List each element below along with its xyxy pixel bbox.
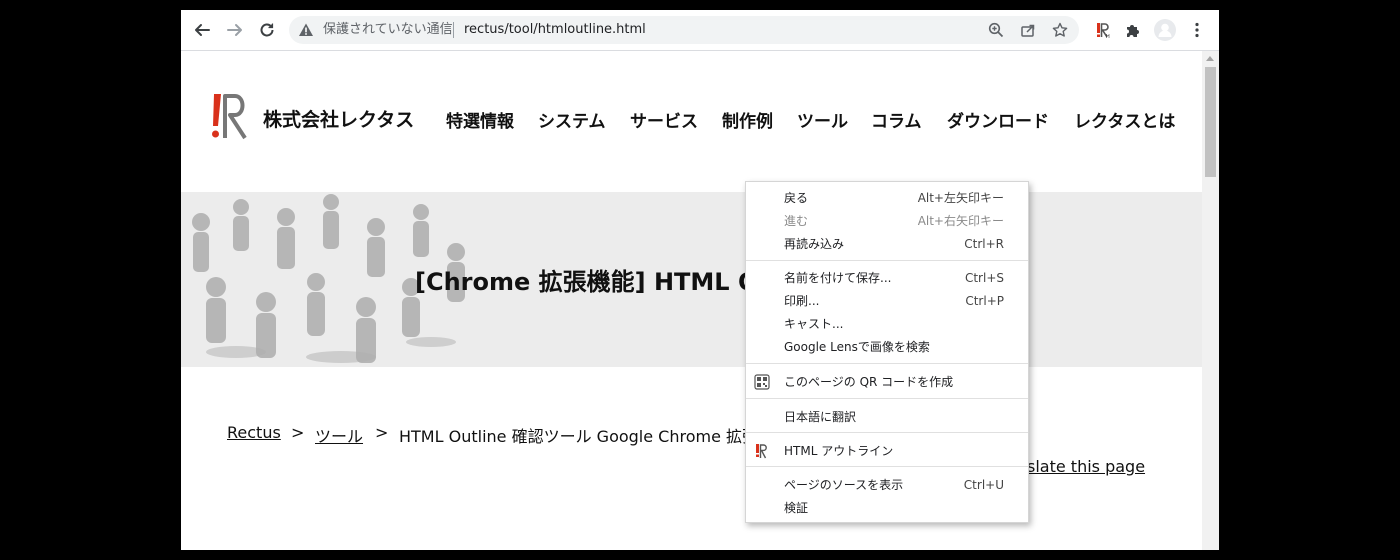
zoom-button[interactable]: [986, 20, 1006, 40]
menu-item-label: キャスト...: [784, 317, 844, 331]
vertical-scrollbar[interactable]: [1202, 51, 1219, 550]
breadcrumb-current: HTML Outline 確認ツール Google Chrome 拡張: [399, 427, 759, 446]
menu-item-label: 再読み込み: [784, 237, 845, 251]
scroll-up-arrow-icon[interactable]: [1206, 56, 1214, 61]
menu-item-label: 名前を付けて保存...: [784, 271, 892, 285]
nav-item-service[interactable]: サービス: [630, 107, 698, 132]
menu-separator: [746, 260, 1028, 261]
breadcrumb-separator: >: [291, 423, 305, 442]
menu-separator: [746, 398, 1028, 399]
menu-item-label: Google Lensで画像を検索: [784, 340, 930, 354]
forward-button[interactable]: [223, 18, 247, 42]
bookmark-button[interactable]: [1050, 20, 1070, 40]
menu-item-label: 印刷...: [784, 294, 820, 308]
cut-heading-glyphs-icon: [381, 544, 1001, 550]
extensions-button[interactable]: [1121, 18, 1145, 42]
avatar-icon: [1154, 19, 1176, 41]
breadcrumb-home[interactable]: Rectus: [227, 423, 281, 442]
menu-item-label: HTML アウトライン: [784, 444, 894, 458]
hero-banner: [Chrome 拡張機能] HTML O: [181, 192, 1202, 367]
menu-item-label: このページの QR コードを作成: [784, 375, 954, 389]
menu-item-save-as[interactable]: 名前を付けて保存... Ctrl+S: [746, 267, 1028, 289]
hero-title: [Chrome 拡張機能] HTML O: [415, 268, 759, 296]
menu-item-label: 日本語に翻訳: [784, 410, 857, 424]
menu-item-label: 進む: [784, 214, 809, 228]
menu-item-google-lens[interactable]: Google Lensで画像を検索: [746, 336, 1028, 358]
menu-item-forward[interactable]: 進む Alt+右矢印キー: [746, 210, 1028, 232]
browser-window: 保護されていない通信 rectus/tool/htmloutline.html …: [181, 10, 1219, 550]
warning-icon[interactable]: [298, 22, 314, 38]
star-icon: [1052, 22, 1068, 37]
qr-code-icon: [754, 374, 770, 390]
reload-button[interactable]: [255, 18, 279, 42]
menu-item-cast[interactable]: キャスト...: [746, 313, 1028, 335]
rectus-logo-icon: [212, 94, 247, 140]
address-bar[interactable]: 保護されていない通信 rectus/tool/htmloutline.html: [289, 16, 1079, 44]
breadcrumb-separator: >: [375, 423, 389, 442]
page-heading-cut-off: [381, 539, 1001, 550]
menu-item-reload[interactable]: 再読み込み Ctrl+R: [746, 233, 1028, 255]
share-button[interactable]: [1018, 20, 1038, 40]
nav-item-featured[interactable]: 特選情報: [446, 107, 514, 132]
menu-item-shortcut: Alt+左矢印キー: [917, 191, 1004, 205]
kebab-menu-icon: [1195, 22, 1199, 38]
menu-separator: [746, 432, 1028, 433]
menu-item-inspect[interactable]: 検証: [746, 497, 1028, 519]
nav-item-column[interactable]: コラム: [871, 107, 922, 132]
zoom-in-icon: [988, 22, 1004, 38]
nav-item-system[interactable]: システム: [538, 107, 606, 132]
profile-button[interactable]: [1153, 18, 1177, 42]
back-arrow-icon: [195, 24, 210, 36]
nav-item-works[interactable]: 制作例: [722, 107, 773, 132]
reload-icon: [260, 23, 274, 37]
menu-item-shortcut: Ctrl+P: [965, 294, 1004, 308]
menu-separator: [746, 363, 1028, 364]
nav-item-download[interactable]: ダウンロード: [947, 107, 1049, 132]
forward-arrow-icon: [227, 24, 242, 36]
nav-item-tools[interactable]: ツール: [797, 107, 848, 132]
rectus-extension-button[interactable]: H: [1091, 18, 1115, 42]
menu-item-shortcut: Alt+右矢印キー: [917, 214, 1004, 228]
rectus-extension-icon: [756, 444, 767, 459]
chrome-menu-button[interactable]: [1185, 18, 1209, 42]
menu-item-label: 検証: [784, 501, 809, 515]
menu-item-qr-code[interactable]: このページの QR コードを作成: [746, 371, 1028, 393]
back-button[interactable]: [190, 18, 214, 42]
breadcrumb-tools[interactable]: ツール: [315, 423, 363, 447]
security-status[interactable]: 保護されていない通信: [323, 22, 453, 38]
menu-item-label: ページのソースを表示: [784, 478, 904, 492]
browser-toolbar: 保護されていない通信 rectus/tool/htmloutline.html …: [181, 10, 1219, 51]
menu-item-label: 戻る: [784, 191, 809, 205]
puzzle-icon: [1127, 25, 1139, 37]
menu-item-view-source[interactable]: ページのソースを表示 Ctrl+U: [746, 474, 1028, 496]
address-divider: [453, 22, 454, 38]
svg-text:H: H: [1106, 34, 1110, 39]
rectus-extension-icon: H: [1097, 23, 1110, 39]
url-text[interactable]: rectus/tool/htmloutline.html: [464, 22, 646, 38]
menu-item-shortcut: Ctrl+S: [964, 271, 1004, 285]
menu-item-shortcut: Ctrl+R: [964, 237, 1004, 251]
menu-separator: [746, 466, 1028, 467]
menu-item-print[interactable]: 印刷... Ctrl+P: [746, 290, 1028, 312]
site-logo[interactable]: [211, 91, 251, 141]
scrollbar-thumb[interactable]: [1205, 67, 1216, 177]
nav-item-about[interactable]: レクタスとは: [1074, 107, 1175, 132]
share-icon: [1021, 24, 1035, 37]
menu-item-shortcut: Ctrl+U: [963, 478, 1004, 492]
web-page: 株式会社レクタス 特選情報 システム サービス 制作例 ツール コラム ダウンロ…: [181, 51, 1202, 550]
company-name[interactable]: 株式会社レクタス: [263, 105, 414, 132]
context-menu: 戻る Alt+左矢印キー 進む Alt+右矢印キー 再読み込み Ctrl+R 名…: [745, 181, 1029, 523]
menu-item-html-outline[interactable]: HTML アウトライン: [746, 440, 1028, 462]
menu-item-back[interactable]: 戻る Alt+左矢印キー: [746, 187, 1028, 209]
translate-link[interactable]: slate this page: [1027, 457, 1145, 476]
menu-item-translate[interactable]: 日本語に翻訳: [746, 406, 1028, 428]
